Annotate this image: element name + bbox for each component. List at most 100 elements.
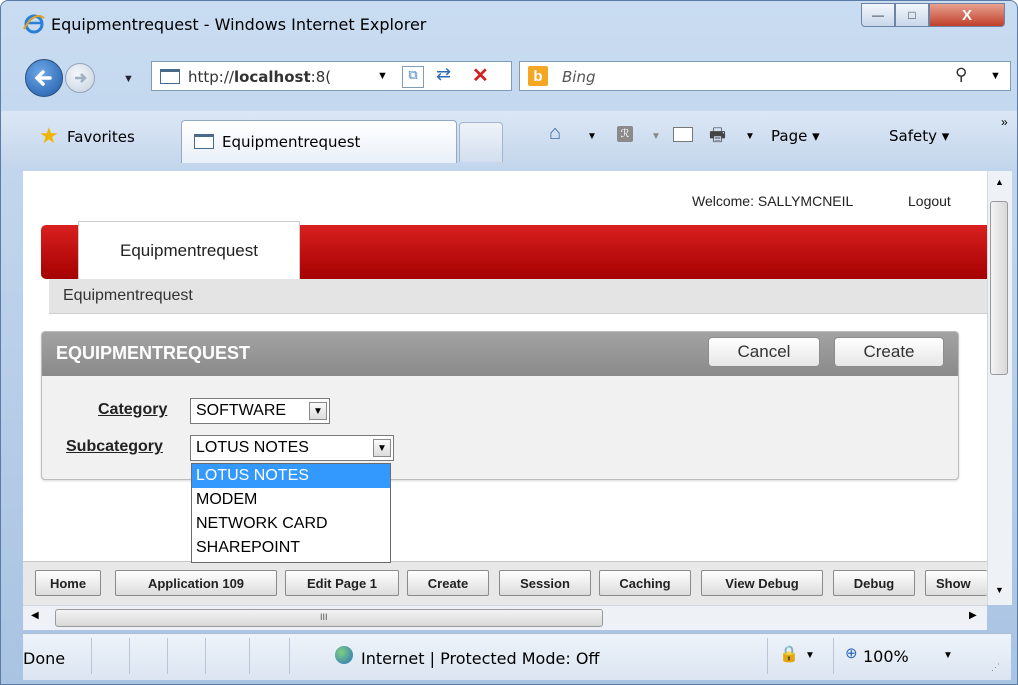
breadcrumb-item[interactable]: Equipmentrequest (63, 287, 193, 305)
status-separator (249, 638, 250, 674)
dev-button-caching[interactable]: Caching (599, 570, 691, 596)
dropdown-option[interactable]: NETWORK CARD (192, 512, 390, 536)
address-text[interactable]: http://localhost:8( (188, 68, 331, 86)
status-text: Done (23, 649, 66, 668)
search-placeholder[interactable]: Bing (562, 68, 596, 86)
feeds-icon[interactable]: ℛ (617, 126, 633, 142)
dropdown-option[interactable]: MODEM (192, 488, 390, 512)
scroll-up-icon[interactable]: ▲ (995, 177, 1004, 187)
scroll-left-icon[interactable]: ◀ (31, 610, 39, 621)
horizontal-scroll-thumb[interactable]: III (55, 609, 603, 627)
maximize-button[interactable]: □ (895, 3, 929, 27)
resize-grip-icon[interactable]: ⋰ (991, 662, 1000, 673)
tab-label: Equipmentrequest (222, 133, 361, 151)
dev-button-edit-page[interactable]: Edit Page 1 (285, 570, 399, 596)
home-dropdown-icon[interactable]: ▼ (587, 131, 597, 142)
minimize-button[interactable]: — (861, 3, 895, 27)
read-mail-icon[interactable] (673, 127, 693, 142)
search-bar[interactable]: b Bing ⚲ ▼ (519, 61, 1011, 91)
page-menu[interactable]: Page ▾ (771, 127, 820, 145)
scroll-down-icon[interactable]: ▼ (995, 585, 1004, 595)
region-title: EQUIPMENTREQUEST (56, 343, 251, 363)
safety-menu[interactable]: Safety ▾ (889, 127, 949, 145)
search-options-chevron-icon[interactable]: ▼ (990, 70, 1001, 82)
chevron-down-icon[interactable]: ▼ (373, 439, 391, 457)
zone-text[interactable]: Internet | Protected Mode: Off (361, 649, 599, 668)
title-bar: Equipmentrequest - Windows Internet Expl… (1, 1, 1017, 47)
stop-icon[interactable]: ✕ (472, 63, 489, 88)
zoom-level[interactable]: 100% (863, 647, 909, 666)
status-separator (289, 638, 290, 674)
breadcrumb: Equipmentrequest (49, 279, 987, 314)
print-dropdown-icon[interactable]: ▼ (745, 131, 755, 142)
developer-toolbar: Home Application 109 Edit Page 1 Create … (23, 561, 987, 606)
form-region: EQUIPMENTREQUEST Cancel Create Category … (41, 331, 959, 480)
dev-button-application[interactable]: Application 109 (115, 570, 277, 596)
page-content: Welcome: SALLYMCNEIL Logout Equipmentreq… (23, 171, 987, 561)
tab-page-icon (194, 134, 214, 149)
dev-button-show[interactable]: Show (925, 570, 987, 596)
dropdown-option[interactable]: LOTUS NOTES (192, 464, 390, 488)
create-button[interactable]: Create (834, 337, 944, 367)
category-label: Category (98, 401, 168, 418)
forward-button[interactable] (65, 63, 95, 93)
subcategory-label: Subcategory (66, 438, 163, 455)
status-separator (205, 638, 206, 674)
globe-icon (335, 646, 353, 664)
vertical-scroll-thumb[interactable] (990, 201, 1008, 375)
window-title: Equipmentrequest - Windows Internet Expl… (51, 15, 427, 34)
print-icon[interactable]: 🖶 (709, 123, 726, 153)
feeds-dropdown-icon[interactable]: ▼ (651, 131, 661, 142)
logout-link[interactable]: Logout (908, 193, 951, 209)
new-tab-button[interactable] (459, 122, 503, 162)
back-button[interactable] (25, 59, 63, 97)
dev-button-create[interactable]: Create (407, 570, 489, 596)
cancel-button[interactable]: Cancel (708, 337, 820, 367)
zoom-icon[interactable]: ⊕ (845, 644, 858, 662)
status-separator (129, 638, 130, 674)
chevron-down-icon[interactable]: ▼ (309, 402, 327, 420)
scroll-grip: III (320, 612, 328, 622)
scroll-right-icon[interactable]: ▶ (969, 610, 977, 621)
subcategory-select[interactable]: LOTUS NOTES ▼ (190, 435, 394, 461)
status-separator (167, 638, 168, 674)
back-arrow-icon (34, 70, 52, 86)
protected-dropdown-icon[interactable]: ▼ (805, 650, 815, 661)
dev-button-view-debug[interactable]: View Debug (701, 570, 823, 596)
browser-window: Equipmentrequest - Windows Internet Expl… (0, 0, 1018, 685)
tab-equipmentrequest-apex[interactable]: Equipmentrequest (78, 221, 300, 279)
close-button[interactable]: X (929, 3, 1005, 27)
favorites-button[interactable]: Favorites (67, 128, 135, 146)
subcategory-dropdown-list: LOTUS NOTES MODEM NETWORK CARD SHAREPOIN… (191, 463, 391, 563)
forward-arrow-icon (75, 73, 87, 83)
toolbar-overflow-icon[interactable]: » (1001, 115, 1008, 129)
status-separator (91, 638, 92, 674)
recent-pages-chevron-icon[interactable]: ▼ (123, 73, 134, 85)
bing-logo-icon: b (528, 66, 548, 86)
horizontal-scrollbar[interactable]: ◀ III ▶ (23, 605, 987, 630)
category-value: SOFTWARE (196, 402, 287, 419)
dev-button-session[interactable]: Session (499, 570, 591, 596)
zoom-dropdown-icon[interactable]: ▼ (943, 650, 953, 661)
address-bar[interactable]: http://localhost:8( ▼ ⧉ ⇄ ✕ (151, 61, 512, 91)
subcategory-value: LOTUS NOTES (196, 439, 309, 456)
category-select[interactable]: SOFTWARE ▼ (190, 398, 330, 424)
page-icon (160, 69, 180, 84)
search-icon[interactable]: ⚲ (955, 65, 967, 85)
dev-button-debug[interactable]: Debug (833, 570, 915, 596)
vertical-scrollbar[interactable]: ▲ ▼ (987, 171, 1012, 605)
favorites-star-icon: ★ (39, 123, 59, 148)
tab-equipmentrequest[interactable]: Equipmentrequest (181, 120, 457, 163)
ie-logo-icon (23, 13, 45, 40)
status-separator (767, 638, 768, 674)
welcome-text: Welcome: SALLYMCNEIL (692, 193, 854, 209)
dropdown-option[interactable]: SHAREPOINT (192, 536, 390, 560)
dev-button-home[interactable]: Home (35, 570, 101, 596)
region-header: EQUIPMENTREQUEST Cancel Create (42, 332, 958, 376)
address-dropdown-icon[interactable]: ▼ (377, 70, 388, 82)
compatibility-view-icon[interactable]: ⧉ (402, 66, 424, 88)
refresh-icon[interactable]: ⇄ (436, 64, 451, 85)
home-icon[interactable]: ⌂ (549, 122, 561, 145)
status-bar: Done Internet | Protected Mode: Off 🔒 ▼ … (23, 633, 1011, 680)
protected-mode-icon[interactable]: 🔒 (779, 644, 799, 664)
